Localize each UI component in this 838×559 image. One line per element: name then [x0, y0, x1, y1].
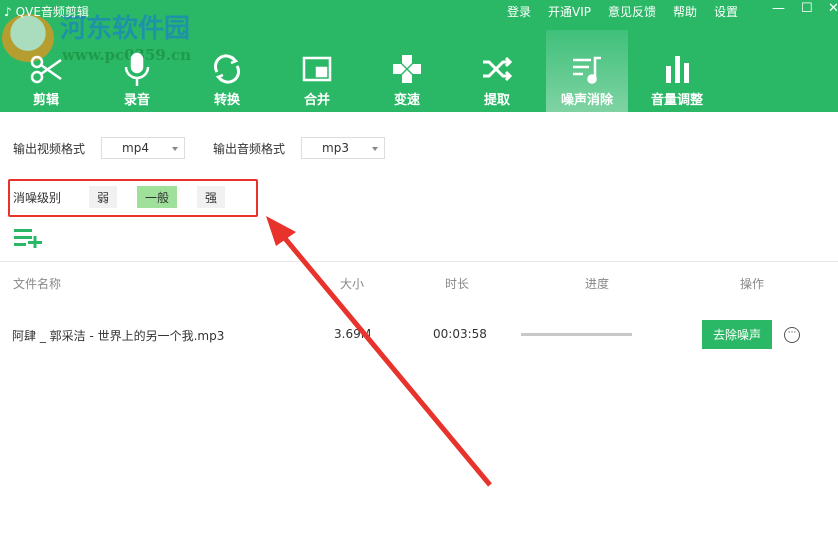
- help-link[interactable]: 帮助: [673, 3, 697, 20]
- nav-record[interactable]: 录音: [96, 30, 178, 112]
- nav-cut[interactable]: 剪辑: [5, 30, 87, 112]
- music-list-icon: [573, 56, 601, 84]
- nav-noise-removal[interactable]: 噪声消除: [546, 30, 628, 112]
- music-note-icon: ♪: [4, 4, 12, 19]
- microphone-icon: [124, 52, 150, 86]
- file-size: 3.69M: [334, 327, 372, 341]
- nav-label: 噪声消除: [560, 93, 613, 108]
- nav-volume[interactable]: 音量调整: [636, 30, 718, 112]
- app-header: 河东软件园 www.pc0359.cn ♪ QVE音频剪辑 登录 开通VIP 意见…: [0, 0, 838, 112]
- add-file-icon[interactable]: [14, 228, 44, 248]
- scissors-icon: [30, 55, 62, 84]
- file-name: 阿肆 _ 郭采洁 - 世界上的另一个我.mp3: [12, 329, 225, 343]
- divider: [0, 261, 838, 262]
- maximize-button[interactable]: ☐: [801, 1, 813, 16]
- nav-label: 剪辑: [32, 93, 59, 108]
- nav-label: 合并: [303, 93, 330, 108]
- shuffle-icon: [483, 56, 513, 82]
- nav-label: 变速: [393, 93, 420, 108]
- progress-bar: [521, 333, 632, 336]
- header-filename: 文件名称: [13, 277, 62, 291]
- minimize-button[interactable]: —: [772, 1, 785, 16]
- header-progress: 进度: [585, 277, 610, 291]
- file-duration: 00:03:58: [433, 327, 487, 341]
- header-action: 操作: [740, 277, 765, 291]
- login-link[interactable]: 登录: [507, 3, 531, 20]
- nav-label: 音量调整: [650, 93, 703, 108]
- settings-link[interactable]: 设置: [714, 3, 738, 20]
- audio-format-select[interactable]: mp3: [301, 137, 386, 159]
- more-options-icon[interactable]: ···: [784, 327, 800, 343]
- nav-speed[interactable]: 变速: [366, 30, 448, 112]
- remove-noise-button[interactable]: 去除噪声: [702, 320, 772, 349]
- app-title: ♪ QVE音频剪辑: [4, 3, 89, 20]
- video-format-label: 输出视频格式: [13, 141, 86, 156]
- nav-label: 提取: [483, 93, 510, 108]
- annotation-highlight-box: [8, 179, 258, 217]
- video-format-row: 输出视频格式 mp4 输出音频格式 mp3: [13, 137, 386, 159]
- video-format-select[interactable]: mp4: [101, 137, 186, 159]
- nav-convert[interactable]: 转换: [186, 30, 268, 112]
- video-format-value: mp4: [122, 141, 149, 155]
- merge-icon: [302, 56, 332, 82]
- header-duration: 时长: [445, 277, 470, 291]
- feedback-link[interactable]: 意见反馈: [608, 3, 656, 20]
- nav-merge[interactable]: 合并: [276, 30, 358, 112]
- nav-extract[interactable]: 提取: [456, 30, 538, 112]
- nav-label: 录音: [123, 93, 150, 108]
- app-title-text: QVE音频剪辑: [15, 5, 89, 19]
- bar-chart-icon: [666, 56, 689, 83]
- top-menu: 登录 开通VIP 意见反馈 帮助 设置: [507, 3, 755, 20]
- header-size: 大小: [340, 277, 365, 291]
- nav-label: 转换: [213, 93, 240, 108]
- audio-format-label: 输出音频格式: [213, 141, 286, 156]
- refresh-icon: [213, 54, 241, 84]
- close-button[interactable]: ✕: [828, 1, 838, 16]
- speed-icon: [393, 55, 421, 83]
- vip-link[interactable]: 开通VIP: [548, 3, 591, 20]
- audio-format-value: mp3: [322, 141, 349, 155]
